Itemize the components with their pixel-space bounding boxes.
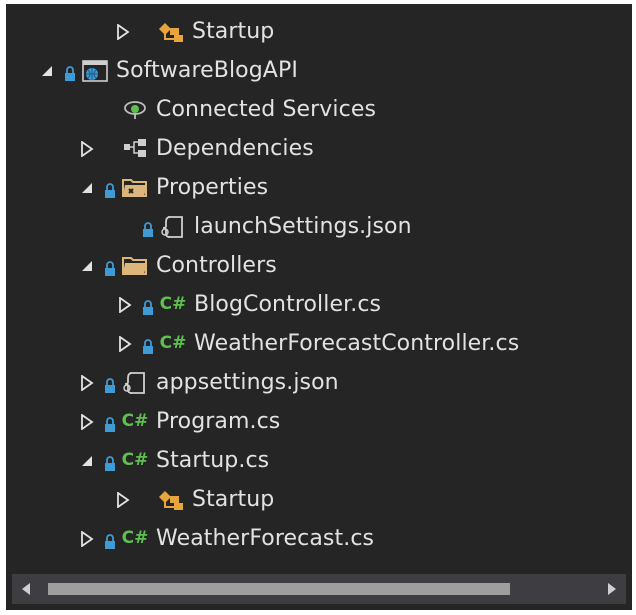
tree-item-project[interactable]: SoftwareBlogAPI xyxy=(6,51,632,90)
expand-arrow-icon[interactable] xyxy=(114,294,136,316)
class-icon xyxy=(156,19,186,45)
tree-item-label: Startup.cs xyxy=(156,448,270,473)
tree-item-label: WeatherForecastController.cs xyxy=(194,331,520,356)
tree-item-program[interactable]: C# Program.cs xyxy=(6,402,632,441)
solution-explorer-panel: Startup SoftwareBlogAPI Connected Servic… xyxy=(6,4,632,610)
json-file-icon xyxy=(120,370,150,396)
tree-item-label: Controllers xyxy=(156,253,277,278)
lock-icon xyxy=(142,219,154,237)
lock-icon xyxy=(142,297,154,315)
lock-icon xyxy=(104,375,116,393)
tree-item-label: Properties xyxy=(156,175,269,200)
tree-item-label: Connected Services xyxy=(156,97,377,122)
scroll-left-arrow-icon[interactable] xyxy=(12,574,40,604)
expand-arrow-icon[interactable] xyxy=(112,21,134,43)
scrollbar-thumb[interactable] xyxy=(48,583,510,595)
expand-arrow-icon[interactable] xyxy=(114,333,136,355)
expand-arrow-icon[interactable] xyxy=(76,528,98,550)
csharp-file-icon: C# xyxy=(121,411,149,431)
collapse-arrow-icon[interactable] xyxy=(76,255,98,277)
tree-item-launchsettings[interactable]: launchSettings.json xyxy=(6,207,632,246)
tree-item-weatherforecastcontroller[interactable]: C# WeatherForecastController.cs xyxy=(6,324,632,363)
tree-item-blogcontroller[interactable]: C# BlogController.cs xyxy=(6,285,632,324)
expand-arrow-icon[interactable] xyxy=(76,411,98,433)
expand-arrow-icon[interactable] xyxy=(112,489,134,511)
csharp-file-icon: C# xyxy=(121,528,149,548)
connected-services-icon xyxy=(120,97,150,123)
tree-item-properties[interactable]: Properties xyxy=(6,168,632,207)
web-project-icon xyxy=(80,58,110,84)
lock-icon xyxy=(104,531,116,549)
tree-item-label: BlogController.cs xyxy=(194,292,382,317)
tree-item-startup-class[interactable]: Startup xyxy=(6,480,632,519)
tree-item-label: SoftwareBlogAPI xyxy=(116,58,298,83)
tree-item-label: Program.cs xyxy=(156,409,281,434)
tree-item-startup-class-top[interactable]: Startup xyxy=(6,12,632,51)
lock-icon xyxy=(104,258,116,276)
properties-folder-icon xyxy=(120,175,150,201)
tree-item-label: Dependencies xyxy=(156,136,314,161)
tree-item-dependencies[interactable]: Dependencies xyxy=(6,129,632,168)
tree-item-label: Startup xyxy=(192,487,275,512)
csharp-file-icon: C# xyxy=(159,333,187,353)
class-icon xyxy=(156,487,186,513)
csharp-file-icon: C# xyxy=(121,450,149,470)
collapse-arrow-icon[interactable] xyxy=(36,60,58,82)
tree-item-label: Startup xyxy=(192,19,275,44)
tree-item-controllers[interactable]: Controllers xyxy=(6,246,632,285)
csharp-file-icon: C# xyxy=(159,294,187,314)
dependencies-icon xyxy=(120,136,150,162)
tree-item-appsettings[interactable]: appsettings.json xyxy=(6,363,632,402)
collapse-arrow-icon[interactable] xyxy=(76,450,98,472)
tree-item-weatherforecast[interactable]: C# WeatherForecast.cs xyxy=(6,519,632,558)
horizontal-scrollbar[interactable] xyxy=(12,574,626,604)
lock-icon xyxy=(104,180,116,198)
tree-item-connected-services[interactable]: Connected Services xyxy=(6,90,632,129)
expand-arrow-icon[interactable] xyxy=(76,372,98,394)
folder-open-icon xyxy=(120,253,150,279)
json-file-icon xyxy=(158,214,188,240)
lock-icon xyxy=(104,414,116,432)
scroll-right-arrow-icon[interactable] xyxy=(598,574,626,604)
collapse-arrow-icon[interactable] xyxy=(76,177,98,199)
lock-icon xyxy=(142,336,154,354)
lock-icon xyxy=(64,63,76,81)
tree-item-label: launchSettings.json xyxy=(194,214,412,239)
expand-arrow-icon[interactable] xyxy=(76,138,98,160)
tree-item-startup-cs[interactable]: C# Startup.cs xyxy=(6,441,632,480)
tree-item-label: WeatherForecast.cs xyxy=(156,526,375,551)
lock-icon xyxy=(104,453,116,471)
tree-item-label: appsettings.json xyxy=(156,370,339,395)
